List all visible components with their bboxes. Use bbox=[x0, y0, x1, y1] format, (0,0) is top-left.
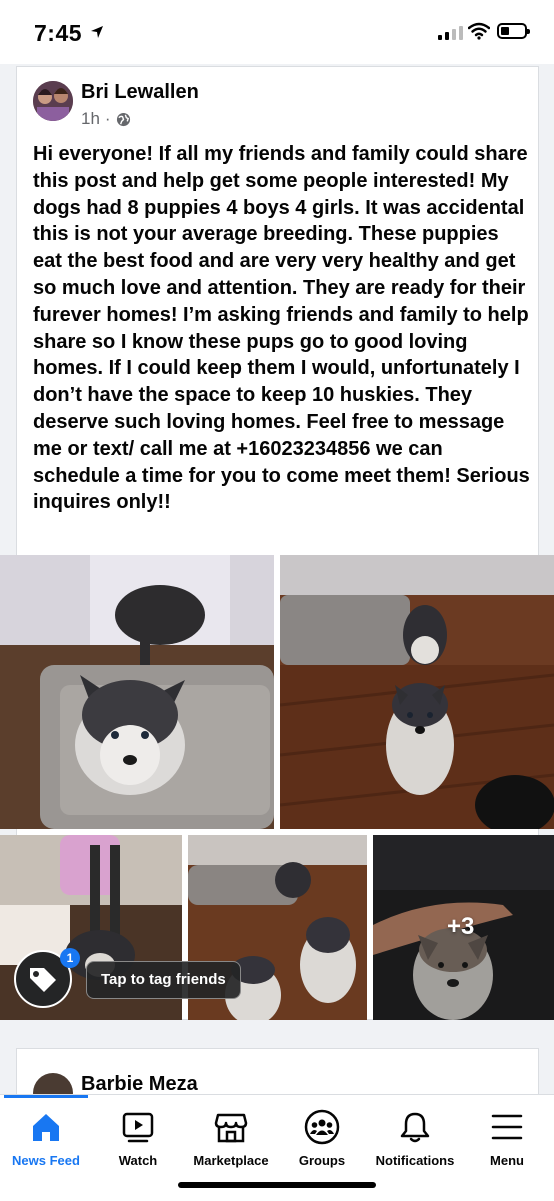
tab-label: Groups bbox=[298, 1153, 346, 1168]
tab-label: News Feed bbox=[12, 1153, 80, 1168]
tag-friends-prompt[interactable]: 1 Tap to tag friends bbox=[14, 948, 254, 1008]
home-indicator bbox=[178, 1182, 376, 1188]
watch-icon bbox=[122, 1112, 154, 1143]
tab-news-feed[interactable]: News Feed bbox=[4, 1109, 88, 1169]
post-timestamp[interactable]: 1h bbox=[81, 109, 100, 129]
globe-icon bbox=[116, 112, 130, 126]
battery-icon bbox=[497, 23, 530, 39]
status-time: 7:45 bbox=[34, 20, 83, 46]
wifi-icon bbox=[468, 22, 490, 40]
active-tab-indicator bbox=[4, 1095, 88, 1098]
photo-two-husky-puppies-floor[interactable] bbox=[280, 555, 554, 829]
marketplace-icon bbox=[214, 1113, 248, 1143]
tab-label: Marketplace bbox=[193, 1153, 269, 1168]
tab-notifications[interactable]: Notifications bbox=[370, 1109, 460, 1169]
cellular-signal-icon bbox=[438, 26, 463, 40]
home-icon bbox=[33, 1114, 59, 1141]
location-arrow-icon bbox=[91, 26, 103, 38]
tag-friends-tooltip[interactable]: Tap to tag friends bbox=[86, 961, 241, 999]
post-author-name[interactable]: Bri Lewallen bbox=[81, 81, 199, 104]
bell-icon bbox=[400, 1112, 430, 1143]
more-photos-count[interactable]: +3 bbox=[447, 913, 474, 941]
next-post-author-name[interactable]: Barbie Meza bbox=[81, 1073, 198, 1096]
status-bar: 7:45 bbox=[0, 0, 554, 64]
tab-marketplace[interactable]: Marketplace bbox=[186, 1109, 276, 1169]
groups-icon bbox=[304, 1109, 340, 1145]
meta-separator: · bbox=[104, 109, 111, 128]
tab-watch[interactable]: Watch bbox=[98, 1109, 178, 1169]
tab-label: Menu bbox=[490, 1153, 524, 1168]
tab-label: Watch bbox=[118, 1153, 158, 1168]
menu-icon bbox=[491, 1114, 523, 1140]
photo-husky-puppy-on-bed[interactable] bbox=[0, 555, 274, 829]
post-meta: 1h · bbox=[81, 109, 131, 129]
tab-menu[interactable]: Menu bbox=[474, 1109, 540, 1169]
author-avatar[interactable] bbox=[33, 81, 73, 121]
tag-count-badge: 1 bbox=[60, 948, 80, 968]
post-body-text: Hi everyone! If all my friends and famil… bbox=[33, 143, 530, 514]
tab-groups[interactable]: Groups bbox=[284, 1109, 360, 1169]
tab-label: Notifications bbox=[375, 1153, 455, 1168]
